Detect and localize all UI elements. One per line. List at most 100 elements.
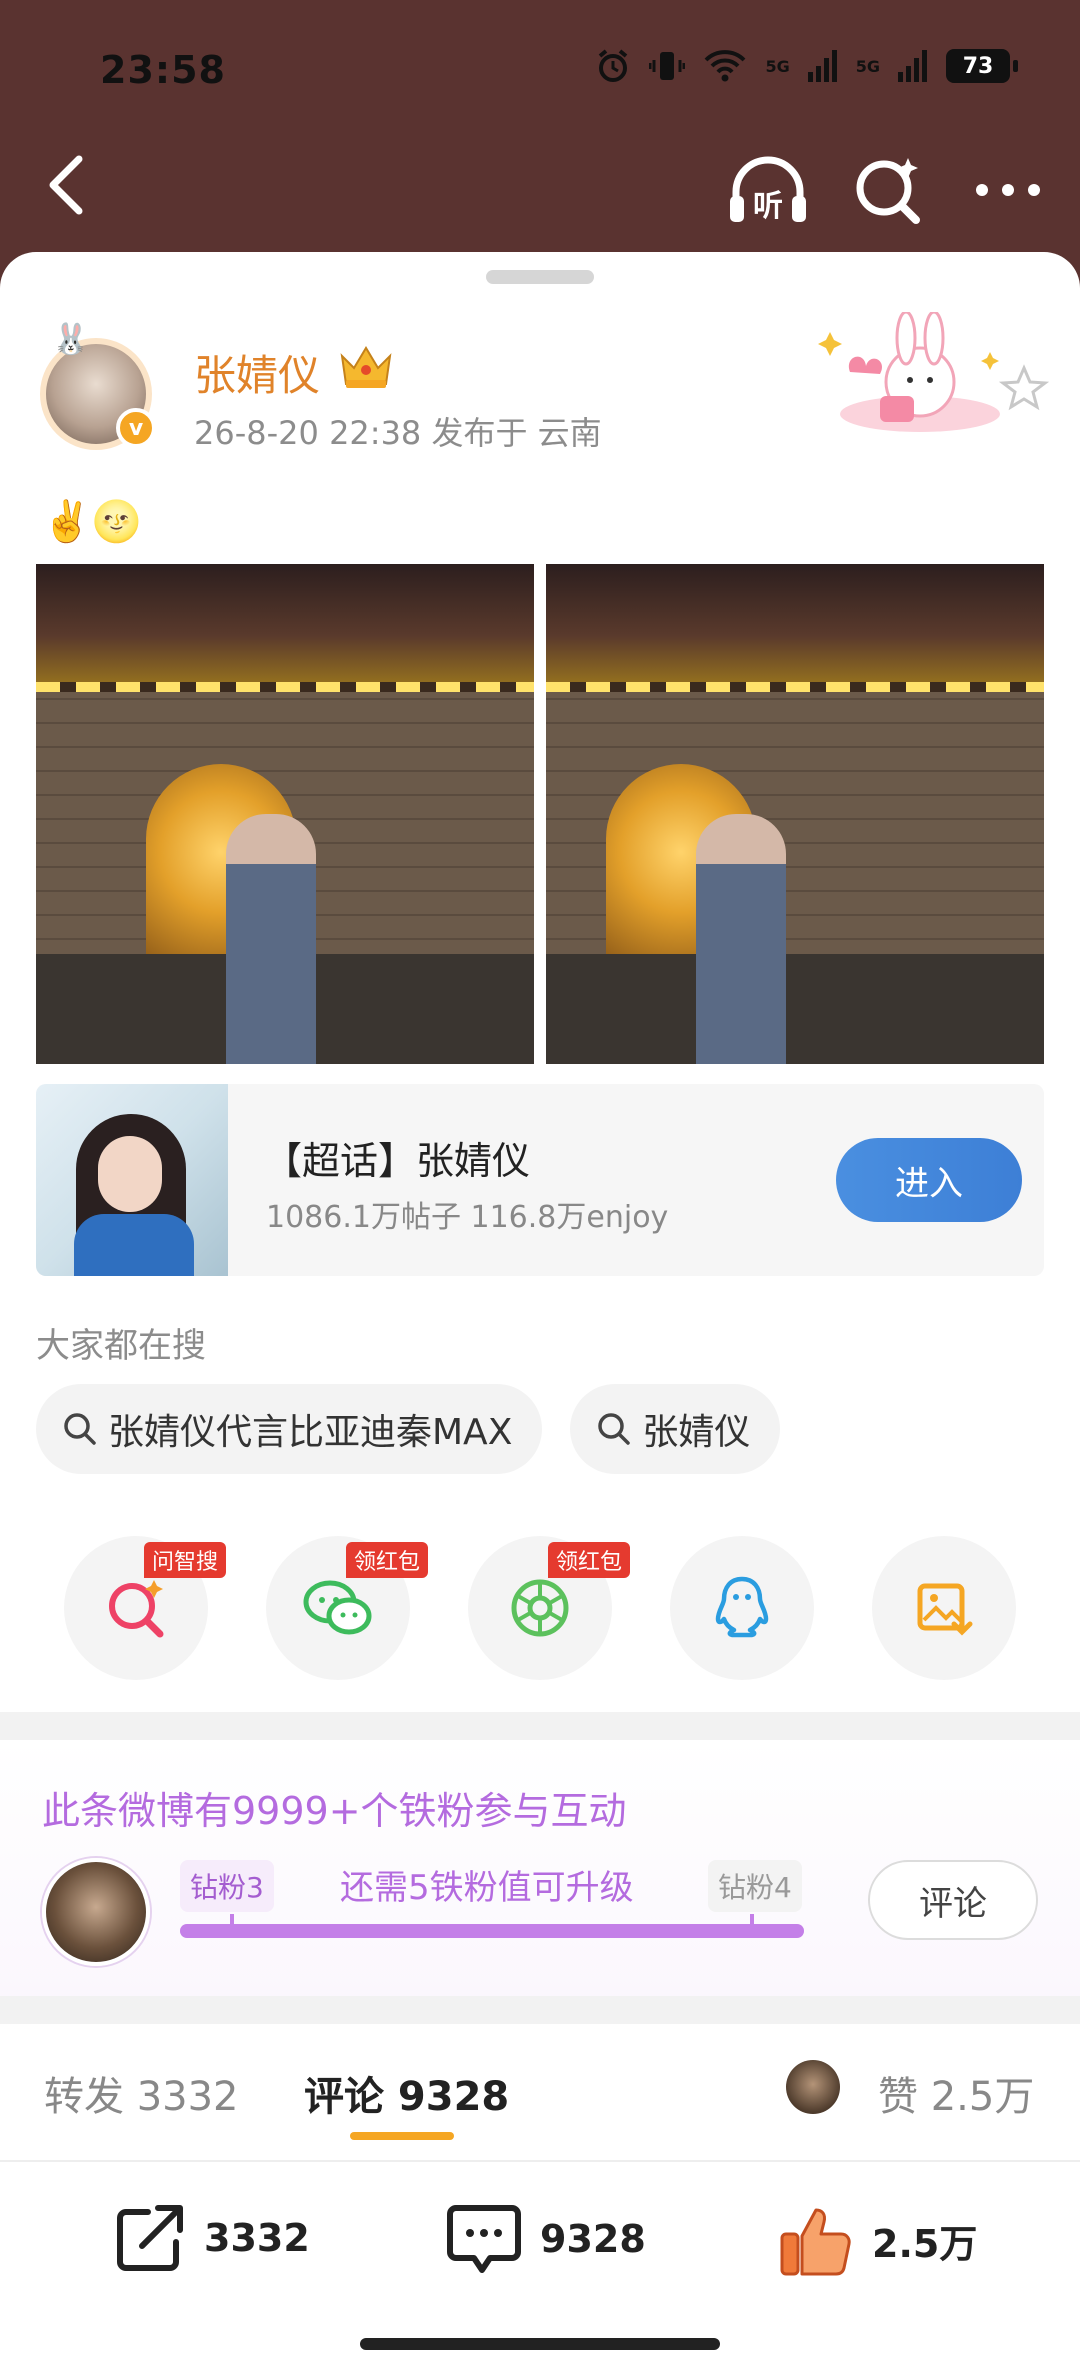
signal-icon	[898, 50, 927, 82]
super-topic-card[interactable]: 【超话】张婧仪 1086.1万帖子 116.8万enjoy 进入	[36, 1084, 1044, 1276]
fan-avatar[interactable]	[42, 1858, 150, 1966]
nav-bar: 听	[0, 140, 1080, 250]
bunny-sticker-icon[interactable]	[810, 312, 1050, 442]
photo-grid	[36, 564, 1044, 1064]
share-tag: 问智搜	[143, 1542, 226, 1578]
photo-lights	[546, 682, 1044, 692]
fan-progress-fill	[180, 1924, 804, 1938]
nav-actions: 听	[726, 148, 1050, 232]
home-indicator[interactable]	[360, 2338, 720, 2350]
thumbs-up-icon	[780, 2208, 851, 2276]
search-icon	[64, 1413, 96, 1445]
photo-roof	[546, 564, 1044, 684]
author-avatar[interactable]: 🐰 v	[30, 322, 160, 462]
active-tab-indicator	[350, 2132, 454, 2140]
progress-tick-start	[230, 1914, 234, 1926]
section-divider	[0, 1712, 1080, 1740]
battery-level: 73	[962, 53, 994, 79]
search-button[interactable]	[846, 148, 930, 232]
share-moments[interactable]: 领红包	[468, 1536, 630, 1680]
fan-level-current: 钻粉3	[180, 1860, 274, 1912]
search-chip-label: 张婧仪	[642, 1412, 751, 1453]
chevron-left-icon	[49, 155, 83, 215]
wechat-icon	[303, 1580, 372, 1635]
crown-icon	[340, 346, 392, 388]
section-divider	[0, 1996, 1080, 2024]
status-icons: 5G 5G 73	[595, 48, 1018, 84]
iron-fans-title[interactable]: 此条微博有9999+个铁粉参与互动	[42, 1780, 627, 1835]
repost-count: 3332	[204, 2216, 310, 2260]
like-action[interactable]: 2.5万	[778, 2202, 977, 2278]
super-topic-thumbnail	[36, 1084, 228, 1276]
verified-badge: v	[116, 408, 156, 448]
back-button[interactable]	[32, 150, 102, 220]
tab-likes[interactable]: 赞 2.5万	[878, 2064, 1034, 2122]
photo-ground	[546, 954, 1044, 1064]
photo-lights	[36, 682, 534, 692]
fan-level-hint: 还需5铁粉值可升级	[340, 1868, 634, 1908]
photo-person	[696, 814, 786, 1064]
bottom-action-bar: 3332 9328 2.5万	[0, 2160, 1080, 2330]
progress-tick-end	[750, 1914, 754, 1926]
search-icon	[598, 1413, 631, 1445]
share-save-image[interactable]	[872, 1536, 1016, 1680]
vibrate-icon	[649, 52, 686, 80]
status-bar: 23:58 5G 5G 73	[0, 0, 1080, 140]
save-image-icon	[917, 1583, 973, 1636]
photo-roof	[36, 564, 534, 684]
liker-avatar	[786, 2060, 840, 2114]
post-photo-1[interactable]	[36, 564, 534, 1064]
svg-text:听: 听	[753, 189, 783, 224]
iron-fans-panel: 此条微博有9999+个铁粉参与互动 钻粉3 还需5铁粉值可升级 钻粉4 评论	[0, 1740, 1080, 1996]
headphones-icon: 听	[730, 156, 806, 224]
super-topic-stats: 1086.1万帖子 116.8万enjoy	[266, 1200, 669, 1235]
qq-icon	[715, 1576, 769, 1638]
interaction-tabs: 转发 3332 评论 9328 赞 2.5万	[0, 2024, 1080, 2146]
signal-1-label: 5G	[765, 56, 790, 76]
post-sheet: 🐰 v 张婧仪 26-8-20 22:38 发布于 云南 ✌️🌝 【超话】张婧仪…	[0, 252, 1080, 2373]
search-chip-label: 张婧仪代言比亚迪秦MAX	[108, 1412, 513, 1453]
post-photo-2[interactable]	[546, 564, 1044, 1064]
share-tag: 领红包	[547, 1542, 630, 1578]
alarm-icon	[599, 49, 628, 82]
author-row: 🐰 v 张婧仪 26-8-20 22:38 发布于 云南	[30, 312, 1050, 462]
search-chip[interactable]: 张婧仪	[570, 1384, 781, 1474]
listen-button[interactable]: 听	[726, 148, 810, 232]
author-name[interactable]: 张婧仪	[194, 342, 320, 403]
super-topic-title: 【超话】张婧仪	[264, 1139, 531, 1183]
battery-icon: 73	[946, 49, 1018, 83]
comment-icon	[447, 2205, 521, 2273]
trending-search-label: 大家都在搜	[36, 1326, 206, 1366]
moments-icon	[511, 1579, 569, 1637]
thumb-shirt	[74, 1214, 194, 1276]
drag-handle[interactable]	[486, 270, 594, 284]
thumb-face	[98, 1136, 162, 1212]
post-text: ✌️🌝	[42, 499, 142, 545]
search-chip[interactable]: 张婧仪代言比亚迪秦MAX	[36, 1384, 543, 1474]
repost-action[interactable]: 3332	[112, 2202, 310, 2274]
share-wechat[interactable]: 领红包	[266, 1536, 428, 1680]
repost-icon	[117, 2205, 183, 2271]
photo-person	[226, 814, 316, 1064]
wifi-icon	[705, 50, 746, 82]
ai-search-icon	[109, 1580, 164, 1638]
more-button[interactable]	[966, 148, 1050, 232]
bunny-ears-frame: 🐰	[52, 322, 90, 357]
fan-level-next: 钻粉4	[708, 1860, 802, 1912]
more-icon	[976, 184, 1040, 196]
tab-comments[interactable]: 评论 9328	[304, 2064, 509, 2122]
post-meta: 26-8-20 22:38 发布于 云南	[194, 414, 602, 452]
share-row: 问智搜 领红包 领红包	[64, 1536, 1016, 1680]
fan-comment-button[interactable]: 评论	[868, 1860, 1038, 1940]
comment-count: 9328	[540, 2217, 646, 2261]
signal-2-label: 5G	[855, 56, 880, 76]
share-qq[interactable]	[670, 1536, 814, 1680]
tab-repost[interactable]: 转发 3332	[44, 2064, 239, 2122]
share-ai-search[interactable]: 问智搜	[64, 1536, 226, 1680]
like-count: 2.5万	[872, 2221, 978, 2266]
enter-button[interactable]: 进入	[836, 1138, 1022, 1222]
comment-action[interactable]: 9328	[446, 2202, 646, 2276]
signal-icon	[807, 50, 837, 82]
ai-search-icon	[856, 158, 920, 224]
trending-search-chips: 张婧仪代言比亚迪秦MAX 张婧仪	[36, 1384, 781, 1474]
